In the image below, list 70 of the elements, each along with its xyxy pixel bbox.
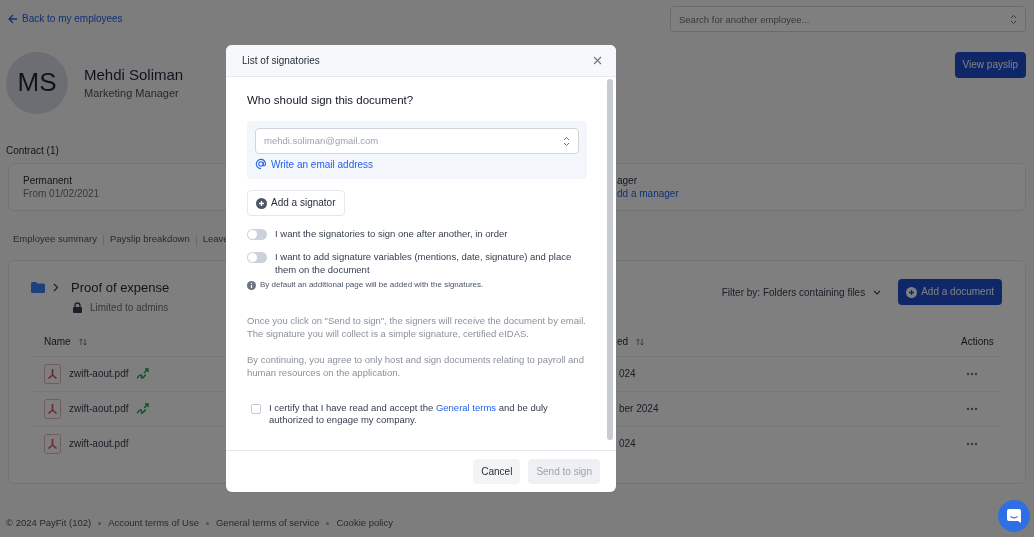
search-field[interactable]: Search for another employee... (670, 6, 1026, 32)
more-icon[interactable] (966, 442, 978, 447)
scrollbar[interactable] (607, 79, 613, 440)
folder-title: Proof of expense (71, 279, 170, 297)
column-header: Actions (961, 336, 994, 348)
folder-icon (31, 282, 45, 294)
chat-icon (1007, 509, 1021, 523)
plus-circle-icon (256, 197, 267, 209)
section-heading: Contract (1) (6, 144, 59, 158)
close-button[interactable] (591, 54, 604, 67)
more-icon[interactable] (966, 407, 978, 412)
pdf-file-icon (44, 364, 61, 385)
job-title: Marketing Manager (84, 85, 180, 101)
avatar: MS (6, 52, 68, 114)
pdf-file-icon (44, 399, 61, 420)
chevron-right-icon (53, 283, 59, 293)
footer-link[interactable]: General terms of service (215, 517, 320, 530)
file-name[interactable]: zwift-aout.pdf (69, 437, 129, 451)
filter-dropdown[interactable]: Filter by: Folders containing files (720, 283, 883, 301)
field-label: ager (617, 173, 638, 187)
question: Who should sign this document? (247, 93, 415, 108)
plus-circle-icon (906, 286, 918, 298)
write-email-link[interactable]: Write an email address (255, 157, 374, 171)
more-icon[interactable] (966, 372, 978, 377)
checkbox[interactable] (251, 403, 261, 414)
add-document-button[interactable]: Add a document (898, 279, 1002, 305)
close-icon (593, 56, 602, 65)
cancel-button[interactable]: Cancel (473, 459, 521, 484)
pdf-file-icon (44, 434, 61, 455)
footer-link[interactable]: Cookie policy (336, 517, 393, 530)
info-icon (247, 281, 256, 291)
add-signator-button[interactable]: Add a signator (247, 190, 345, 216)
info-paragraph: By continuing, you agree to only host and sign documents relating to payroll and human resources on the application. (247, 353, 585, 380)
chevron-updown-icon (563, 135, 570, 147)
sort-icon[interactable] (78, 338, 87, 347)
file-name[interactable]: zwift-aout.pdf (69, 367, 129, 381)
table-cell: ber 2024 (619, 403, 659, 415)
tab[interactable]: Employee summary (13, 233, 97, 247)
back-link[interactable]: Back to my employees (8, 12, 123, 26)
column-header: ed (617, 335, 629, 349)
view-payslip-button[interactable]: View payslip (954, 52, 1026, 78)
file-name[interactable]: zwift-aout.pdf (69, 402, 129, 416)
chevron-down-icon (873, 289, 882, 295)
employee-name: Mehdi Soliman (84, 65, 184, 86)
dialog-title: List of signatories (242, 53, 320, 68)
table-cell: 024 (619, 368, 636, 380)
option-label: I want the signatories to sign one after another, in order (275, 228, 508, 241)
copyright: © 2024 PayFit (102) (6, 517, 92, 530)
table-cell: 024 (619, 438, 636, 450)
contract-type: Permanent (23, 173, 73, 187)
contract-start: From 01/02/2021 (23, 187, 101, 201)
footer-link[interactable]: Account terms of Use (108, 517, 199, 530)
info-paragraph: Once you click on "Send to sign", the signers will receive the document by email. The signature you will collect is a simple signature, certified eIDAS. (247, 315, 587, 341)
option-label: I want to add signature variables (mentions, date, signature) and place them on the document (275, 250, 573, 277)
tab[interactable]: Payslip breakdown (109, 233, 190, 247)
chat-button[interactable] (998, 500, 1030, 532)
column-header: Name (44, 335, 71, 349)
back-arrow-icon (8, 14, 18, 24)
toggle-switch[interactable] (247, 251, 267, 263)
certify-text: I certify that I have read and accept the General terms and be duly authorized to engage my company. (269, 401, 549, 428)
add-manager-link[interactable]: dd a manager (617, 187, 679, 201)
general-terms-link[interactable]: General terms (435, 401, 497, 413)
sort-icon[interactable] (636, 338, 645, 347)
lock-icon (73, 301, 82, 313)
email-field[interactable]: mehdi.soliman@gmail.com (255, 127, 579, 154)
at-sign-icon (255, 158, 267, 171)
toggle-switch[interactable] (247, 229, 267, 240)
chevron-updown-icon (1010, 14, 1017, 25)
info-note: By default an additional page will be added with the signatures. (260, 280, 484, 292)
access-label: Limited to admins (90, 300, 169, 315)
